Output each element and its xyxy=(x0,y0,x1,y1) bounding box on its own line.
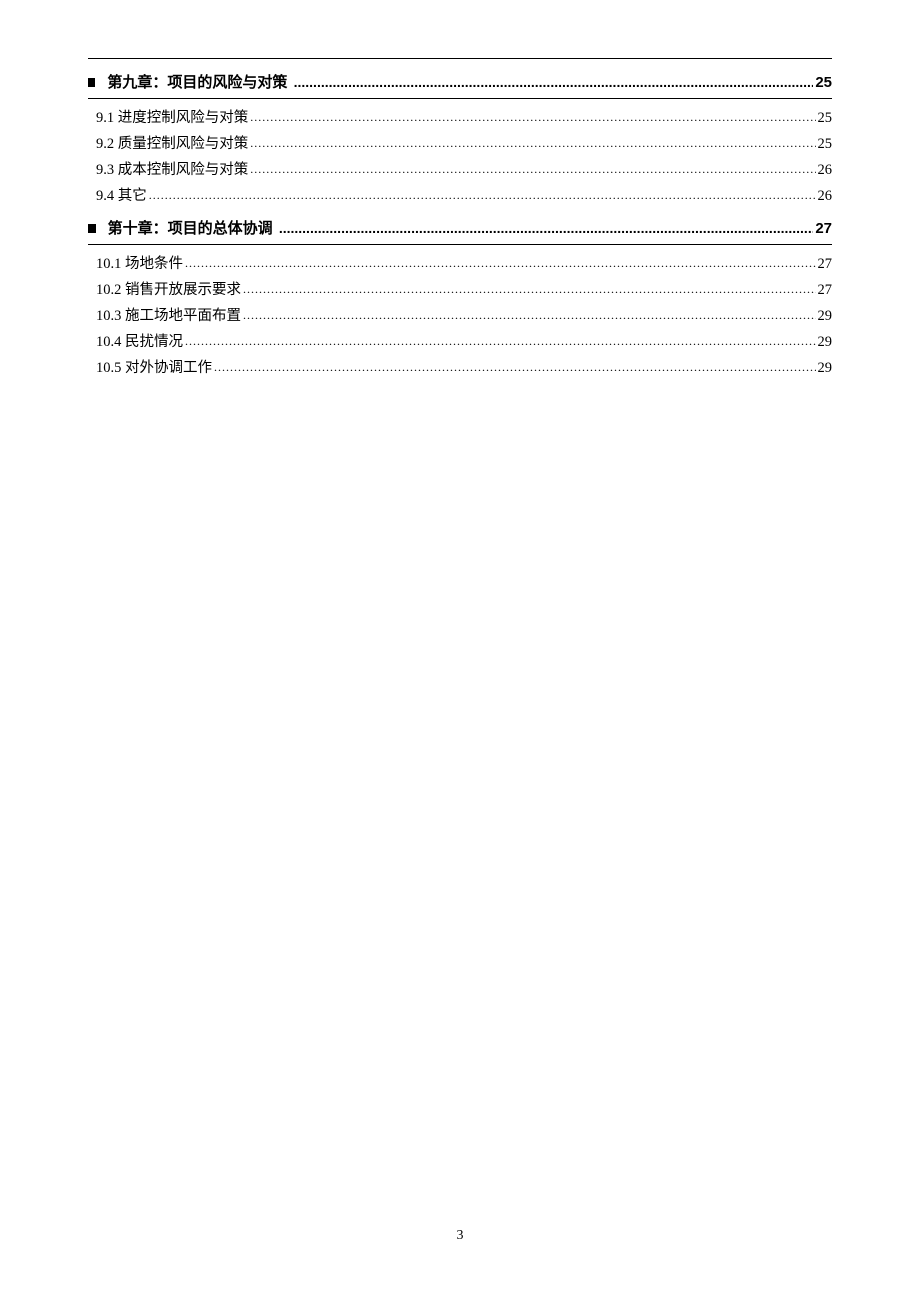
toc-item-10-5[interactable]: 10.5 对外协调工作 ............................… xyxy=(88,357,832,379)
toc-item-label: 10.1 场地条件 xyxy=(96,253,183,275)
toc-item-10-1[interactable]: 10.1 场地条件 ..............................… xyxy=(88,253,832,275)
toc-item-label: 9.1 进度控制风险与对策 xyxy=(96,107,248,129)
toc-leader-dots: ........................................… xyxy=(243,279,816,300)
toc-leader-dots: ........................................… xyxy=(214,357,816,378)
toc-item-page: 29 xyxy=(818,305,833,327)
toc-item-label: 10.2 销售开放展示要求 xyxy=(96,279,241,301)
toc-item-page: 25 xyxy=(818,107,833,129)
toc-item-label: 9.2 质量控制风险与对策 xyxy=(96,133,248,155)
toc-leader-dots: ........................................… xyxy=(250,159,815,180)
toc-chapter-10[interactable]: 第十章：项目的总体协调 ............................… xyxy=(88,217,832,238)
toc-item-10-4[interactable]: 10.4 民扰情况 ..............................… xyxy=(88,331,832,353)
toc-item-label: 10.5 对外协调工作 xyxy=(96,357,212,379)
toc-leader-dots: ........................................… xyxy=(279,220,813,236)
toc-item-9-1[interactable]: 9.1 进度控制风险与对策 ..........................… xyxy=(88,107,832,129)
toc-chapter-10-title: 第十章：项目的总体协调 xyxy=(108,217,273,238)
toc-chapter-rule xyxy=(88,98,832,99)
page-number: 3 xyxy=(0,1228,920,1244)
toc-item-page: 29 xyxy=(818,357,833,379)
toc-leader-dots: ........................................… xyxy=(243,305,816,326)
toc-leader-dots: ........................................… xyxy=(149,185,816,206)
toc-item-label: 9.3 成本控制风险与对策 xyxy=(96,159,248,181)
toc-item-page: 27 xyxy=(818,279,833,301)
toc-item-label: 10.3 施工场地平面布置 xyxy=(96,305,241,327)
toc-leader-dots: ........................................… xyxy=(185,331,816,352)
toc-item-9-4[interactable]: 9.4 其它 .................................… xyxy=(88,185,832,207)
toc-item-10-2[interactable]: 10.2 销售开放展示要求 ..........................… xyxy=(88,279,832,301)
toc-chapter-9-page: 25 xyxy=(815,74,832,91)
toc-chapter-rule xyxy=(88,244,832,245)
square-bullet-icon xyxy=(88,224,96,233)
toc-leader-dots: ........................................… xyxy=(185,253,816,274)
toc-chapter-10-page: 27 xyxy=(815,220,832,237)
toc-separator xyxy=(273,220,277,237)
toc-item-label: 10.4 民扰情况 xyxy=(96,331,183,353)
toc-item-10-3[interactable]: 10.3 施工场地平面布置 ..........................… xyxy=(88,305,832,327)
toc-item-page: 25 xyxy=(818,133,833,155)
toc-leader-dots: ........................................… xyxy=(294,74,814,90)
toc-chapter-9-title: 第九章：项目的风险与对策 xyxy=(107,71,287,92)
toc-item-9-2[interactable]: 9.2 质量控制风险与对策 ..........................… xyxy=(88,133,832,155)
square-bullet-icon xyxy=(88,78,95,87)
toc-leader-dots: ........................................… xyxy=(250,107,815,128)
toc-item-page: 26 xyxy=(818,159,833,181)
toc-chapter-9[interactable]: 第九章：项目的风险与对策 ...........................… xyxy=(88,71,832,92)
toc-leader-dots: ........................................… xyxy=(250,133,815,154)
toc-top-rule xyxy=(88,58,832,59)
toc-separator xyxy=(287,74,291,91)
toc-item-page: 27 xyxy=(818,253,833,275)
toc-item-label: 9.4 其它 xyxy=(96,185,147,207)
toc-item-page: 26 xyxy=(818,185,833,207)
toc-item-page: 29 xyxy=(818,331,833,353)
toc-item-9-3[interactable]: 9.3 成本控制风险与对策 ..........................… xyxy=(88,159,832,181)
